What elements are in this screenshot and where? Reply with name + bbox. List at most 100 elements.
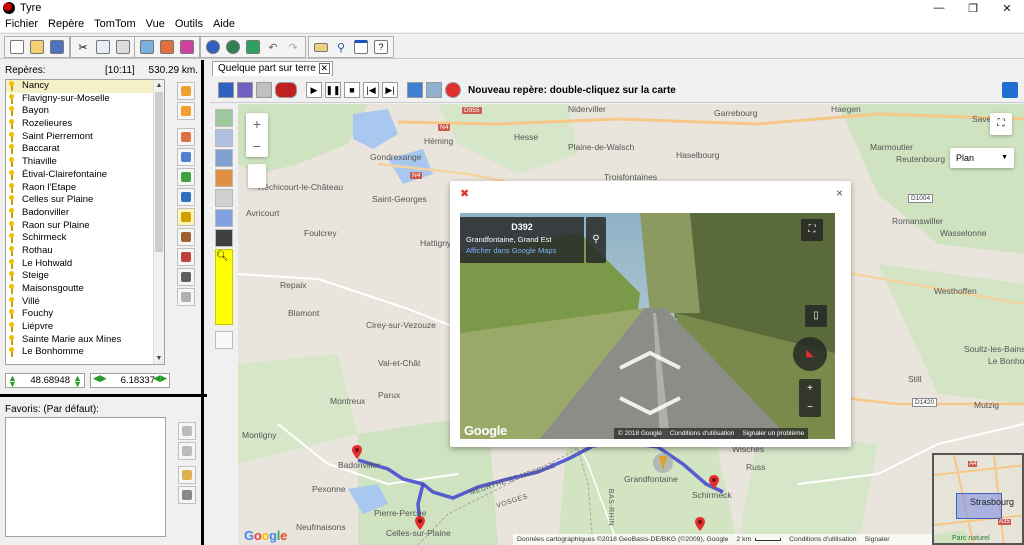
sync-button[interactable] — [1002, 82, 1018, 98]
map-marker-rothau[interactable] — [695, 517, 705, 531]
waypoint-button[interactable] — [177, 228, 195, 246]
favoris-delete-button[interactable] — [178, 442, 196, 460]
list-item[interactable]: Villé — [6, 296, 164, 309]
list-item[interactable]: Raon l'Etape — [6, 182, 164, 195]
layout-button[interactable] — [312, 38, 330, 56]
prev-button[interactable]: |◀ — [363, 82, 379, 98]
pin-button[interactable] — [178, 38, 196, 56]
scroll-thumb[interactable] — [155, 92, 163, 252]
list-item[interactable]: Badonviller — [6, 207, 164, 220]
motorcycle-button[interactable] — [275, 82, 297, 98]
lon-spinner-right-icon[interactable]: ◀▶ — [153, 374, 167, 383]
close-button[interactable]: ✕ — [990, 0, 1024, 16]
lat-spinner-right-icon[interactable]: ▲ ▼ — [73, 374, 82, 389]
refresh-button[interactable] — [138, 38, 156, 56]
binoculars-button[interactable]: ⚲ — [332, 38, 350, 56]
sv-terms-link[interactable]: Conditions d'utilisation — [666, 430, 738, 437]
save-button[interactable] — [48, 38, 66, 56]
favoris-list[interactable] — [5, 417, 166, 537]
streetview-panorama[interactable]: D392 Grandfontaine, Grand Est Afficher d… — [460, 213, 835, 439]
map-tool-rss[interactable] — [215, 209, 233, 227]
longitude-field[interactable]: ◀▶ 6.18337 ◀▶ — [90, 373, 170, 388]
menu-repere[interactable]: Repère — [43, 18, 89, 30]
redo-button[interactable]: ↷ — [284, 38, 302, 56]
tab-close-icon[interactable]: ✕ — [318, 63, 330, 74]
map-zoom-out-button[interactable]: − — [246, 135, 268, 157]
draw-button[interactable] — [407, 82, 423, 98]
menu-outils[interactable]: Outils — [170, 18, 208, 30]
lat-spinner-icon[interactable]: ▲ ▼ — [8, 374, 17, 389]
map-marker-badonviller[interactable] — [352, 445, 362, 459]
list-item[interactable]: Maisonsgoutte — [6, 283, 164, 296]
edit-marker-button[interactable] — [177, 128, 195, 146]
list-item[interactable]: Le Bonhomme — [6, 346, 164, 359]
favoris-open-button[interactable] — [178, 466, 196, 484]
move-down-button[interactable] — [177, 102, 195, 120]
globe-button[interactable] — [204, 38, 222, 56]
map-tool-terrain[interactable] — [215, 109, 233, 127]
star-marker-button[interactable] — [177, 168, 195, 186]
cut-button[interactable]: ✂ — [74, 38, 92, 56]
scroll-up-icon[interactable]: ▲ — [154, 80, 164, 91]
reperes-scrollbar[interactable]: ▲ ▼ — [153, 80, 164, 364]
new-file-button[interactable] — [8, 38, 26, 56]
overview-minimap[interactable]: Strasbourg A4 A35 Parc naturel — [932, 453, 1024, 545]
window-button[interactable] — [352, 38, 370, 56]
favoris-add-button[interactable] — [178, 486, 196, 504]
speaker-button[interactable] — [177, 288, 195, 306]
menu-vue[interactable]: Vue — [141, 18, 170, 30]
list-item[interactable]: Saint Pierremont — [6, 131, 164, 144]
calc-button[interactable] — [256, 82, 272, 98]
menu-aide[interactable]: Aide — [208, 18, 240, 30]
lon-spinner-icon[interactable]: ◀▶ — [93, 374, 107, 383]
undo-button[interactable]: ↶ — [264, 38, 282, 56]
sv-zoom-out-button[interactable]: − — [799, 398, 821, 417]
sv-report-link[interactable]: Signaler un problème — [738, 430, 808, 437]
map-tool-globe[interactable] — [215, 149, 233, 167]
paste-button[interactable] — [114, 38, 132, 56]
map-zoom-in-button[interactable]: + — [246, 113, 268, 135]
map-tool-route[interactable] — [215, 169, 233, 187]
list-item[interactable]: Baccarat — [6, 143, 164, 156]
import-button[interactable] — [177, 248, 195, 266]
list-item[interactable]: Celles sur Plaine — [6, 194, 164, 207]
calendar-button[interactable] — [218, 82, 234, 98]
earth-button[interactable] — [224, 38, 242, 56]
map-report-link[interactable]: Signaler — [861, 536, 894, 543]
list-item[interactable]: Fouchy — [6, 308, 164, 321]
scroll-down-icon[interactable]: ▼ — [154, 353, 164, 364]
stop-button[interactable]: ■ — [344, 82, 360, 98]
list-item[interactable]: Le Hohwald — [6, 258, 164, 271]
export-button[interactable] — [177, 268, 195, 286]
delete-marker-button[interactable] — [177, 148, 195, 166]
list-item[interactable]: Liépvre — [6, 321, 164, 334]
location-pin-icon[interactable]: ⚲ — [586, 217, 606, 263]
move-up-button[interactable] — [177, 82, 195, 100]
map-tool-info[interactable] — [215, 331, 233, 349]
list-item[interactable]: Flavigny-sur-Moselle — [6, 93, 164, 106]
list-item[interactable]: Raon sur Plaine — [6, 220, 164, 233]
sv-zoom-in-button[interactable]: + — [799, 379, 821, 398]
pause-button[interactable]: ❚❚ — [325, 82, 341, 98]
copy-button[interactable] — [94, 38, 112, 56]
edit-button[interactable] — [158, 38, 176, 56]
favoris-edit-button[interactable] — [178, 422, 196, 440]
maximize-button[interactable]: ❐ — [956, 0, 990, 16]
map-marker-schirmeck[interactable] — [709, 475, 719, 489]
sv-compass[interactable]: ◣ — [793, 337, 827, 371]
new-marker-button[interactable] — [445, 82, 461, 98]
map-tool-road[interactable] — [215, 229, 233, 247]
map-tool-screen[interactable] — [215, 129, 233, 147]
map-fullscreen-button[interactable]: ⛶ — [990, 113, 1012, 135]
open-file-button[interactable] — [28, 38, 46, 56]
sv-rotate-button[interactable]: ▯ — [805, 305, 827, 327]
reperes-list[interactable]: Nancy Flavigny-sur-Moselle Bayon Rozelieure… — [5, 79, 165, 365]
map-type-select[interactable]: Plan ▼ — [950, 148, 1014, 168]
grid-button[interactable] — [237, 82, 253, 98]
list-item[interactable]: Bayon — [6, 105, 164, 118]
menu-fichier[interactable]: Fichier — [0, 18, 43, 30]
list-item[interactable]: Steige — [6, 270, 164, 283]
reverse-button[interactable] — [177, 188, 195, 206]
minimize-button[interactable]: — — [922, 0, 956, 16]
list-item[interactable]: Rozelieures — [6, 118, 164, 131]
